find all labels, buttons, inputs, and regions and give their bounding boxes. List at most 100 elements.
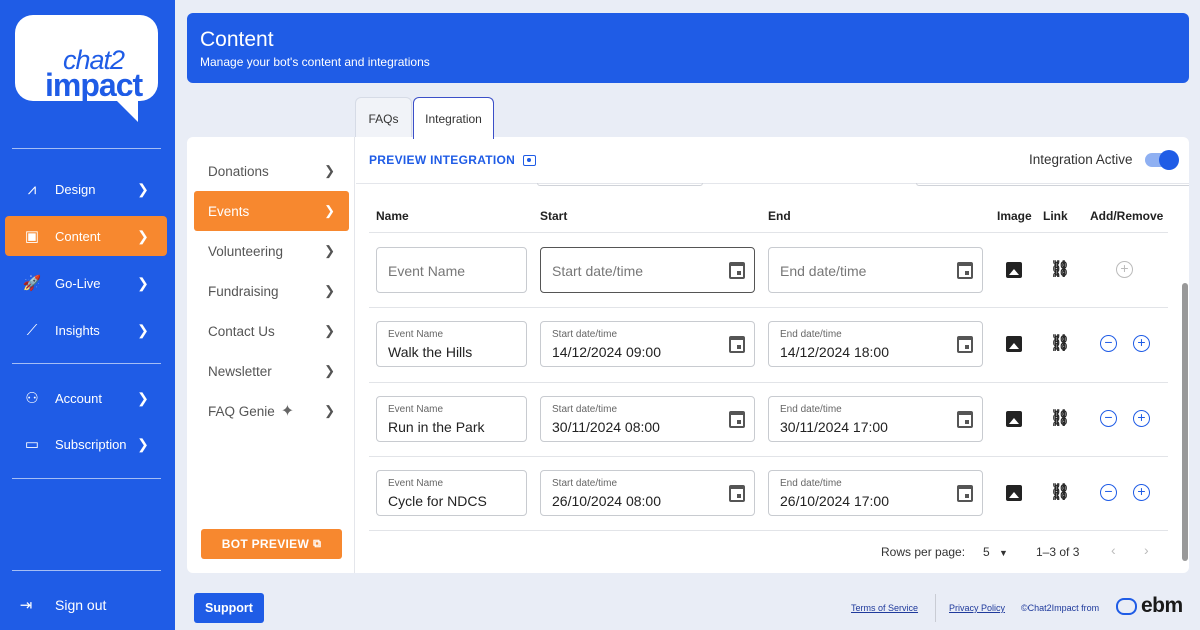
add-circle-icon[interactable]: +: [1133, 484, 1150, 501]
rows-per-page-value: 5: [983, 545, 990, 559]
remove-circle-icon[interactable]: −: [1100, 335, 1117, 352]
divider: [12, 148, 161, 149]
chevron-right-icon: ❯: [137, 435, 149, 452]
end-date-field[interactable]: End date/time 14/12/2024 18:00: [768, 321, 983, 367]
add-link-icon[interactable]: ⛓: [1050, 333, 1070, 353]
end-date-placeholder: End date/time: [780, 263, 867, 279]
subnav-label: Fundraising: [208, 283, 279, 299]
event-name-field[interactable]: Event Name Run in the Park: [376, 396, 527, 442]
subnav-label: Newsletter: [208, 363, 272, 379]
page-header: Content Manage your bot's content and in…: [187, 13, 1189, 83]
calendar-icon[interactable]: [957, 262, 973, 279]
page-subtitle: Manage your bot's content and integratio…: [200, 55, 430, 69]
subnav-label: Volunteering: [208, 243, 284, 259]
privacy-link[interactable]: Privacy Policy: [949, 603, 1005, 613]
eye-icon: [523, 154, 537, 166]
subnav-label: Events: [208, 203, 250, 219]
integration-active-toggle[interactable]: [1145, 150, 1179, 170]
ebm-chat-icon: [1116, 598, 1137, 615]
nav-item-label: Content: [55, 228, 101, 244]
person-icon: ⚇: [25, 390, 39, 407]
end-date-field[interactable]: End date/time 30/11/2024 17:00: [768, 396, 983, 442]
pagination-range: 1–3 of 3: [1036, 545, 1080, 559]
end-date-input[interactable]: End date/time: [768, 247, 983, 293]
remove-circle-icon[interactable]: −: [1100, 410, 1117, 427]
event-name-value: Run in the Park: [388, 419, 485, 435]
copyright-text: ©Chat2Impact from: [1021, 603, 1100, 613]
calendar-icon[interactable]: [957, 485, 973, 502]
start-date-value: 14/12/2024 09:00: [552, 344, 661, 360]
divider: [12, 478, 161, 479]
subnav-item-contact-us[interactable]: Contact Us ❯: [194, 311, 349, 351]
row-divider: [369, 307, 1168, 308]
image-icon[interactable]: [1006, 262, 1022, 278]
subnav-item-volunteering[interactable]: Volunteering ❯: [194, 231, 349, 271]
calendar-icon[interactable]: [729, 336, 745, 353]
event-name-field[interactable]: Event Name Cycle for NDCS: [376, 470, 527, 516]
chevron-right-icon: ❯: [324, 403, 335, 418]
chevron-right-icon: ❯: [137, 274, 149, 291]
nav-item-subscription[interactable]: ▭ Subscription ❯: [5, 424, 167, 464]
ebm-logo[interactable]: ebm: [1141, 594, 1183, 618]
subnav-item-events[interactable]: Events ❯: [194, 191, 349, 231]
chevron-left-icon[interactable]: ‹: [1111, 542, 1116, 558]
calendar-icon[interactable]: [729, 262, 745, 279]
add-circle-icon[interactable]: +: [1116, 261, 1133, 278]
nav-item-label: Design: [55, 181, 96, 197]
field-label: Event Name: [388, 478, 444, 489]
bot-preview-button[interactable]: BOT PREVIEW ⧉: [201, 529, 342, 559]
subnav-item-faq-genie[interactable]: FAQ Genie ✦ ❯: [194, 391, 349, 431]
calendar-icon[interactable]: [729, 411, 745, 428]
end-date-field[interactable]: End date/time 26/10/2024 17:00: [768, 470, 983, 516]
add-circle-icon[interactable]: +: [1133, 410, 1150, 427]
preview-integration-label: PREVIEW INTEGRATION: [369, 153, 516, 167]
image-icon[interactable]: [1006, 336, 1022, 352]
remove-circle-icon[interactable]: −: [1100, 484, 1117, 501]
add-link-icon[interactable]: ⛓: [1050, 482, 1070, 502]
toggle-knob: [1159, 150, 1179, 170]
compass-icon: ⩘: [27, 180, 37, 198]
nav-item-account[interactable]: ⚇ Account ❯: [5, 378, 167, 418]
nav-item-content[interactable]: ▣ Content ❯: [5, 216, 167, 256]
tab-integration[interactable]: Integration: [413, 97, 494, 139]
start-date-field[interactable]: Start date/time 30/11/2024 08:00: [540, 396, 755, 442]
sign-out-button[interactable]: ⇥ Sign out: [5, 585, 167, 625]
chevron-right-icon: ❯: [137, 321, 149, 338]
chevron-right-icon[interactable]: ›: [1144, 542, 1149, 558]
column-header-link: Link: [1043, 209, 1068, 223]
preview-integration-link[interactable]: PREVIEW INTEGRATION: [369, 153, 537, 167]
calendar-icon[interactable]: [957, 336, 973, 353]
row-divider: [369, 456, 1168, 457]
support-button[interactable]: Support: [194, 593, 264, 623]
image-icon[interactable]: [1006, 411, 1022, 427]
calendar-icon[interactable]: [957, 411, 973, 428]
page-title: Content: [200, 28, 274, 51]
add-link-icon[interactable]: ⛓: [1050, 408, 1070, 428]
add-circle-icon[interactable]: +: [1133, 335, 1150, 352]
subnav-item-newsletter[interactable]: Newsletter ❯: [194, 351, 349, 391]
column-header-start: Start: [540, 209, 568, 223]
subnav-label: Contact Us: [208, 323, 275, 339]
event-name-field[interactable]: Event Name Walk the Hills: [376, 321, 527, 367]
nav-item-label: Subscription: [55, 436, 127, 452]
rows-per-page-select[interactable]: 5 ▼: [983, 545, 1008, 559]
terms-link[interactable]: Terms of Service: [851, 603, 918, 613]
tab-faqs[interactable]: FAQs: [355, 97, 412, 139]
field-label: Event Name: [388, 329, 444, 340]
nav-item-design[interactable]: ⩘ Design ❯: [5, 169, 167, 209]
chevron-right-icon: ❯: [324, 243, 335, 258]
event-name-input[interactable]: Event Name: [376, 247, 527, 293]
add-link-icon[interactable]: ⛓: [1050, 259, 1070, 279]
subnav-item-donations[interactable]: Donations ❯: [194, 151, 349, 191]
start-date-field[interactable]: Start date/time 14/12/2024 09:00: [540, 321, 755, 367]
subnav-item-fundraising[interactable]: Fundraising ❯: [194, 271, 349, 311]
image-icon[interactable]: [1006, 485, 1022, 501]
calendar-icon[interactable]: [729, 485, 745, 502]
start-date-input[interactable]: Start date/time: [540, 247, 755, 293]
start-date-field[interactable]: Start date/time 26/10/2024 08:00: [540, 470, 755, 516]
scrollbar-thumb[interactable]: [1182, 283, 1188, 561]
logo[interactable]: chat2 impact: [15, 15, 158, 103]
nav-item-go-live[interactable]: 🚀 Go-Live ❯: [5, 263, 167, 303]
nav-item-insights[interactable]: ⟋ Insights ❯: [5, 310, 167, 350]
start-date-placeholder: Start date/time: [552, 263, 644, 279]
